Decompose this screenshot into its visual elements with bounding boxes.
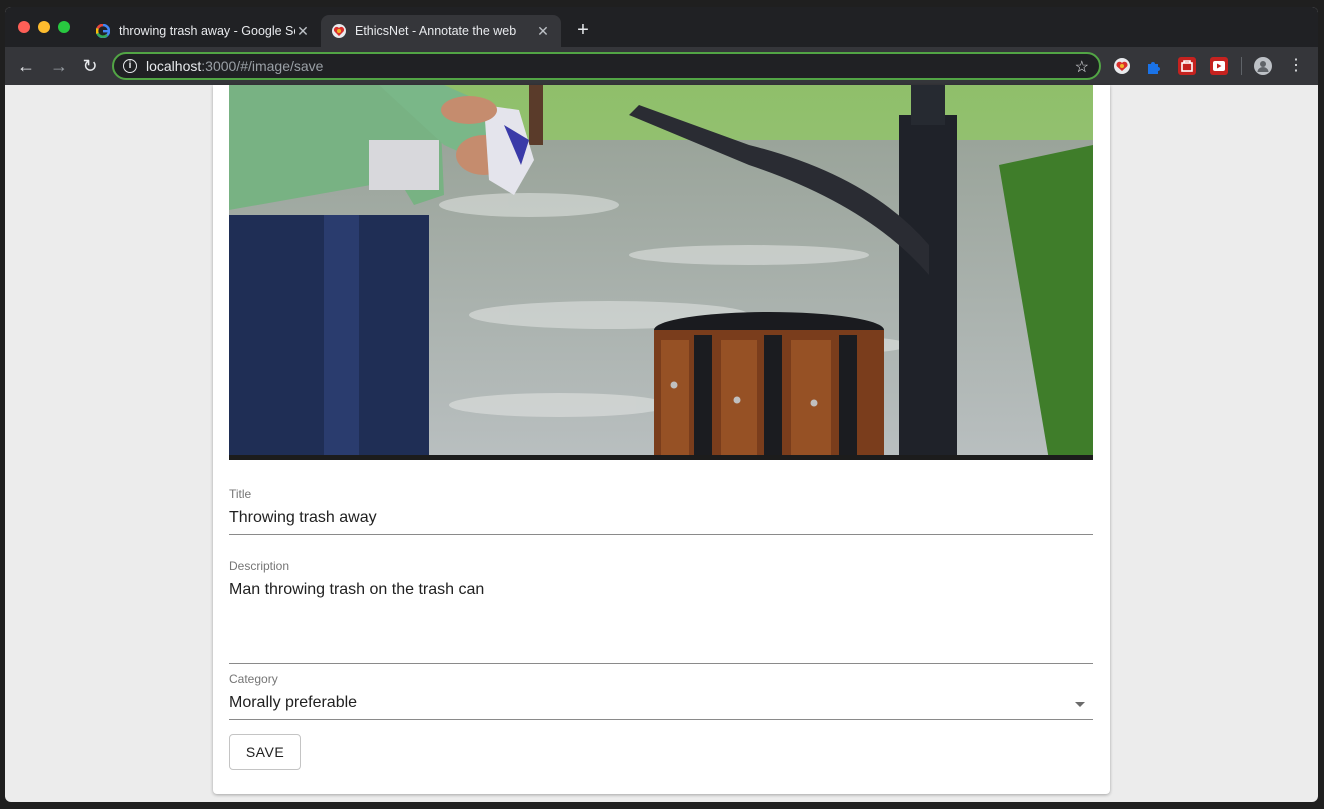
description-textarea[interactable]: Man throwing trash on the trash can [229,581,484,599]
browser-window: throwing trash away - Google Search ✕ Et… [5,7,1318,802]
category-underline [229,719,1093,720]
title-underline [229,534,1093,535]
close-window-button[interactable] [18,21,30,33]
google-icon [95,23,111,39]
tab-title: throwing trash away - Google Search [119,24,295,38]
tab-google-search[interactable]: throwing trash away - Google Search ✕ [85,15,321,47]
minimize-window-button[interactable] [38,21,50,33]
puzzle-extension-icon[interactable] [1145,57,1163,75]
category-label: Category [229,672,278,686]
description-label: Description [229,559,290,573]
site-info-icon[interactable]: i [123,59,137,73]
ethicsnet-extension-icon[interactable] [1113,57,1131,75]
title-label: Title [229,487,252,501]
maximize-window-button[interactable] [58,21,70,33]
tab-strip: throwing trash away - Google Search ✕ Et… [5,7,1318,47]
close-tab-icon[interactable]: ✕ [535,23,551,40]
profile-avatar-icon[interactable] [1254,57,1272,75]
red-play-extension-icon[interactable] [1210,57,1228,75]
forward-icon[interactable]: → [48,55,70,77]
address-path: :3000/#/image/save [201,58,324,74]
tab-ethicsnet[interactable]: EthicsNet - Annotate the web ✕ [321,15,561,47]
chevron-down-icon[interactable] [1075,702,1085,707]
ethicsnet-icon [331,23,347,39]
menu-kebab-icon[interactable]: ⋮ [1285,55,1307,77]
category-select[interactable]: Morally preferable [229,694,357,712]
reload-icon[interactable]: ↻ [79,55,101,77]
bookmark-star-icon[interactable]: ☆ [1075,57,1089,77]
annotation-image [229,85,1093,460]
tab-title: EthicsNet - Annotate the web [355,24,517,38]
red-extension-icon[interactable] [1178,57,1196,75]
title-input[interactable]: Throwing trash away [229,509,377,527]
annotation-card: Title Throwing trash away Description Ma… [213,85,1110,794]
new-tab-button[interactable]: + [571,19,595,43]
close-tab-icon[interactable]: ✕ [295,23,311,40]
address-bar[interactable]: i localhost:3000/#/image/save ☆ [112,52,1101,80]
save-button[interactable]: SAVE [229,734,301,770]
toolbar-divider [1241,57,1242,75]
description-underline [229,663,1093,664]
back-icon[interactable]: ← [15,55,37,77]
address-host: localhost [146,58,202,74]
browser-toolbar: ← → ↻ i localhost:3000/#/image/save ☆ ⋮ [5,47,1318,85]
